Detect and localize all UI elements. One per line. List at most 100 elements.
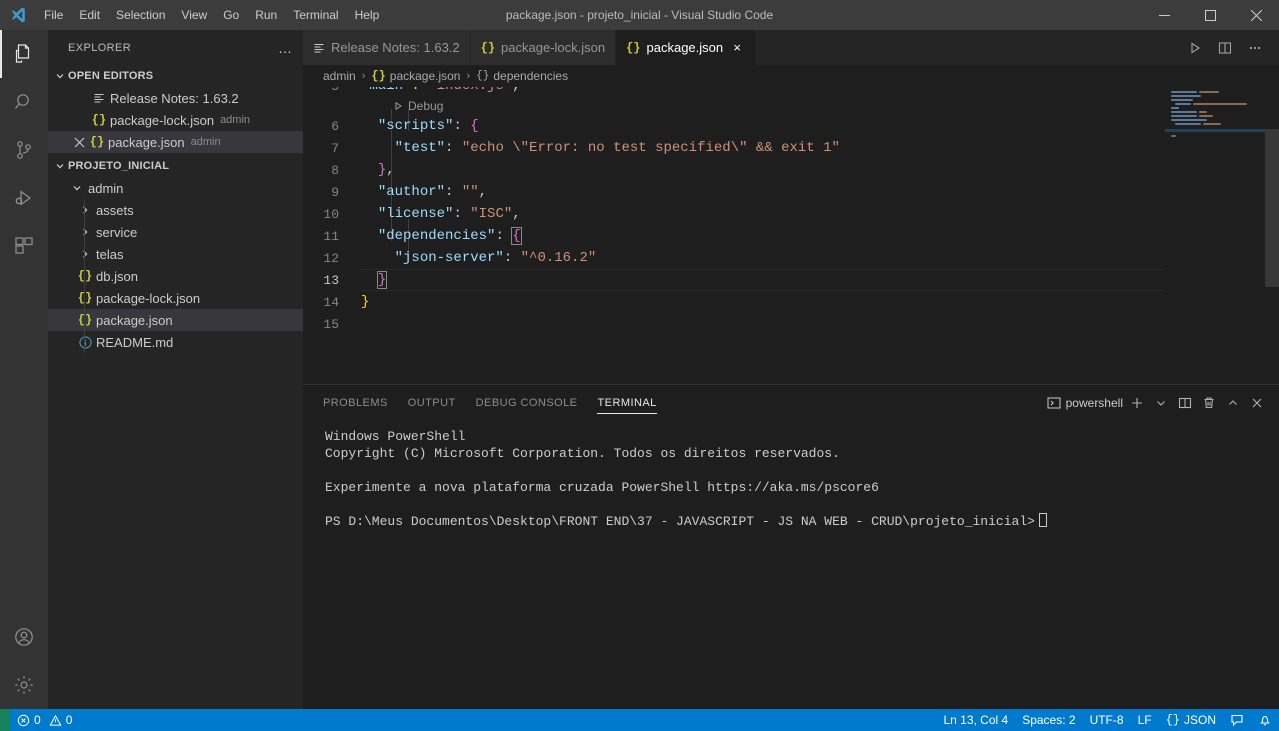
breadcrumb-item-admin[interactable]: admin [323,69,356,83]
token-key: "dependencies" [377,228,496,244]
tree-file-package-lock-json[interactable]: {} package-lock.json [48,287,303,309]
codelens-debug[interactable]: Debug [303,97,1279,115]
open-editor-package-lock[interactable]: {} package-lock.json admin [48,109,303,131]
tree-item-label: db.json [96,268,138,284]
section-project-root[interactable]: PROJETO_INICIAL [48,155,303,177]
menu-view[interactable]: View [173,3,215,27]
tree-file-db-json[interactable]: {} db.json [48,265,303,287]
status-notifications[interactable] [1251,709,1279,731]
open-editor-description: admin [190,136,221,148]
close-panel-button[interactable] [1247,392,1267,414]
menu-selection[interactable]: Selection [108,3,173,27]
tab-package-lock-json[interactable]: {} package-lock.json [470,30,617,65]
tab-close-icon[interactable]: × [729,40,745,56]
close-button[interactable] [1233,0,1279,30]
open-editor-release-notes[interactable]: Release Notes: 1.63.2 [48,87,303,109]
menu-edit[interactable]: Edit [71,3,108,27]
split-terminal-button[interactable] [1175,392,1195,414]
menu-help[interactable]: Help [347,3,388,27]
tab-terminal[interactable]: TERMINAL [597,385,657,420]
tree-item-label: README.md [96,334,174,350]
activity-explorer[interactable] [0,30,48,78]
tab-label: package.json [646,40,724,55]
error-icon [17,714,30,727]
activity-search[interactable] [0,78,48,126]
terminal-dropdown-button[interactable] [1151,392,1171,414]
maximize-button[interactable] [1187,0,1233,30]
code-line: 10 "license": "ISC", [303,203,1279,225]
status-encoding[interactable]: UTF-8 [1083,709,1131,731]
breadcrumb-separator: › [466,70,471,82]
section-open-editors[interactable]: OPEN EDITORS [48,65,303,87]
explorer-more-actions-icon[interactable]: … [278,41,293,55]
status-language-mode[interactable]: {} JSON [1159,709,1223,731]
status-eol[interactable]: LF [1131,709,1159,731]
tree-folder-service[interactable]: service [48,221,303,243]
menu-file[interactable]: File [36,3,71,27]
activity-settings[interactable] [0,661,48,709]
code-line-text: "scripts": { [361,118,479,134]
terminal-selector[interactable]: powershell [1047,396,1123,410]
json-icon: {} [77,269,93,283]
code-line-text: "author": "", [361,184,487,200]
tree-folder-assets[interactable]: assets [48,199,303,221]
minimap[interactable] [1165,87,1265,384]
braces-icon: {} [476,70,490,82]
split-editor-button[interactable] [1211,30,1239,65]
tab-release-notes[interactable]: Release Notes: 1.63.2 [303,30,471,65]
token-comma: , [512,87,520,94]
token-string: "^0.16.2" [520,250,597,266]
terminal-output[interactable]: Windows PowerShell Copyright (C) Microso… [303,420,1279,709]
tree-folder-admin[interactable]: admin [48,177,303,199]
open-editor-package-json[interactable]: {} package.json admin [48,131,303,153]
status-indentation[interactable]: Spaces: 2 [1015,709,1082,731]
terminal-prompt: PS D:\Meus Documentos\Desktop\FRONT END\… [325,514,1035,529]
token-brace: } [377,162,387,178]
activity-accounts[interactable] [0,613,48,661]
tree-file-readme-md[interactable]: README.md [48,331,303,353]
minimize-button[interactable] [1141,0,1187,30]
maximize-panel-button[interactable] [1223,392,1243,414]
breadcrumb-label: package.json [389,69,461,83]
menu-run[interactable]: Run [247,3,285,27]
minimap-slider[interactable] [1165,129,1265,132]
remote-indicator[interactable] [0,709,10,731]
new-terminal-button[interactable] [1127,392,1147,414]
token-colon: : [495,228,513,244]
code-editor[interactable]: 5 "main": "index.js", Debug 6 [303,87,1279,384]
tree-folder-telas[interactable]: telas [48,243,303,265]
tab-output[interactable]: OUTPUT [408,385,456,420]
run-file-button[interactable] [1181,30,1209,65]
token-brace-match: { [511,227,522,245]
more-actions-button[interactable] [1241,30,1269,65]
activity-source-control[interactable] [0,126,48,174]
tab-package-json[interactable]: {} package.json × [616,30,757,65]
menu-go[interactable]: Go [215,3,247,27]
activity-run-debug[interactable] [0,174,48,222]
scrollbar-thumb[interactable] [1265,129,1279,287]
line-number: 8 [331,162,339,178]
status-bar-left: 0 0 [10,709,79,731]
close-icon[interactable] [70,137,88,148]
kill-terminal-button[interactable] [1199,392,1219,414]
status-cursor-position[interactable]: Ln 13, Col 4 [936,709,1015,731]
status-problems[interactable]: 0 0 [10,709,79,731]
line-number: 10 [323,206,339,222]
code-line-text: "main": "index.js", [361,87,521,94]
code-line-text: }, [361,162,395,178]
tab-debug-console[interactable]: DEBUG CONSOLE [476,385,578,420]
warning-icon [49,714,62,727]
feedback-icon [1230,713,1244,727]
tree-file-package-json[interactable]: {} package.json [48,309,303,331]
status-feedback[interactable] [1223,709,1251,731]
chevron-right-icon [76,249,94,259]
breadcrumb: admin › {} package.json › {} dependencie… [303,65,1279,87]
tab-problems[interactable]: PROBLEMS [323,385,388,420]
menu-terminal[interactable]: Terminal [285,3,346,27]
token-key: "json-server" [394,250,504,266]
breadcrumb-item-package-json[interactable]: {} package.json [371,69,460,83]
token-brace-match: } [376,271,388,289]
breadcrumb-item-dependencies[interactable]: {} dependencies [476,69,568,83]
editor-vertical-scrollbar[interactable] [1265,87,1279,384]
activity-extensions[interactable] [0,222,48,270]
